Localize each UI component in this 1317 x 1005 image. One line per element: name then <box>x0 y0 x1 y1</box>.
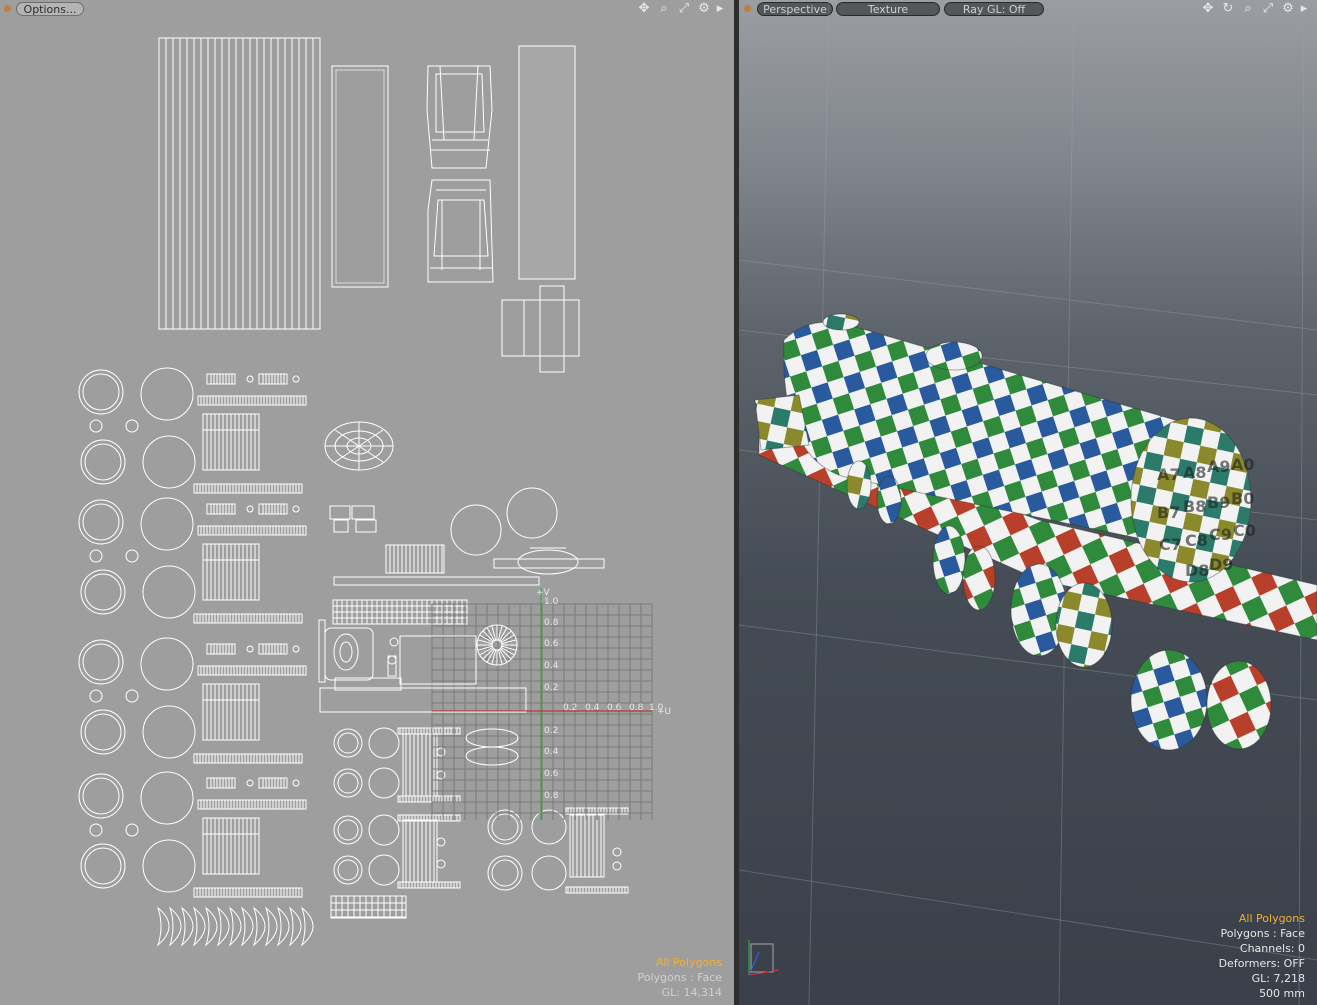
uv-island-gear-disc <box>476 624 518 666</box>
uv-island-boiler-strips <box>158 37 321 330</box>
v-tick-label: 0.8 <box>544 791 559 801</box>
uv-island-bottom-grid <box>330 895 407 919</box>
scene-canvas[interactable]: A7 A8 A9 A0 B7 B8 B9 B0 C7 C8 C9 C0 D8 D9 <box>739 0 1317 1005</box>
wheel-2 <box>962 545 996 611</box>
v-tick-label: 0.4 <box>544 747 559 757</box>
uv-island-disc-b <box>506 487 558 539</box>
uv-island-base-slab <box>319 677 527 713</box>
uv-island-box <box>501 285 580 373</box>
uv-viewport[interactable]: Options... ✥ ⌕ ⤢ ⚙ ▸ +V +U 1.0 0.8 0.6 0… <box>0 0 734 1005</box>
checker-label: C0 <box>1233 521 1256 540</box>
uv-island-cylinder-front <box>324 627 477 685</box>
persp-channels-label: Channels: 0 <box>1239 942 1305 955</box>
v-tick-label: 0.2 <box>544 726 558 736</box>
u-tick-label: 0.4 <box>585 703 600 713</box>
v-tick-labels: 1.0 0.8 0.6 0.4 0.2 0.2 0.4 0.6 0.8 <box>544 597 559 801</box>
uv-island-panel <box>331 65 389 288</box>
wheel-1 <box>932 525 966 595</box>
v-tick-label: 0.8 <box>544 618 559 628</box>
checker-label: A8 <box>1183 463 1207 482</box>
v-tick-label: 0.2 <box>544 683 558 693</box>
checker-label: D8 <box>1185 561 1209 580</box>
persp-scale-label: 500 mm <box>1259 987 1305 1000</box>
wheel-4 <box>1055 582 1113 668</box>
checker-label: A9 <box>1207 457 1231 476</box>
wheel-6 <box>1206 660 1272 750</box>
uv-island-disc-a <box>450 504 502 556</box>
checker-label: D9 <box>1209 555 1233 574</box>
checker-label: B9 <box>1207 493 1230 512</box>
checker-label: B0 <box>1231 489 1254 508</box>
uv-island-cab-bottom <box>427 179 494 283</box>
uv-selection-label: All Polygons <box>655 956 722 969</box>
wheel-5 <box>1130 649 1208 751</box>
v-tick-label: 0.6 <box>544 769 559 779</box>
axis-gizmo <box>748 940 780 976</box>
uv-island-rail-a <box>333 576 540 586</box>
persp-mode-label: Polygons : Face <box>1220 927 1305 940</box>
checker-label: C8 <box>1185 531 1208 550</box>
v-tick-label: 0.6 <box>544 639 559 649</box>
v-tick-label: 0.4 <box>544 661 559 671</box>
uv-island-small-blocks <box>329 505 377 533</box>
v-tick-label: 1.0 <box>544 597 559 607</box>
persp-deformers-label: Deformers: OFF <box>1218 957 1305 970</box>
uv-island-cab-top <box>426 65 493 169</box>
checker-label: A7 <box>1157 465 1181 484</box>
persp-selection-label: All Polygons <box>1238 912 1305 925</box>
locomotive-cab <box>754 394 810 451</box>
uv-gl-count: GL: 14,314 <box>661 986 722 999</box>
checker-label: C9 <box>1209 525 1232 544</box>
uv-mode-label: Polygons : Face <box>637 971 722 984</box>
u-tick-label: 0.6 <box>607 703 622 713</box>
persp-gl-count: GL: 7,218 <box>1251 972 1305 985</box>
checker-label: B7 <box>1157 503 1180 522</box>
persp-info-overlay: All Polygons Polygons : Face Channels: 0… <box>1219 911 1305 1001</box>
checker-label: C7 <box>1159 535 1182 554</box>
uv-map-canvas[interactable]: +V +U 1.00.80.60.40.20.20.40.60.8 0.2 0.4… <box>0 0 734 1005</box>
uv-island-dome <box>324 421 394 471</box>
uv-island-chimney <box>385 544 445 574</box>
checker-label: A0 <box>1231 455 1255 474</box>
checker-label: B8 <box>1183 497 1206 516</box>
uv-island-roof <box>518 45 576 280</box>
uv-island-blades <box>156 906 314 947</box>
u-tick-label: 0.2 <box>563 703 577 713</box>
perspective-viewport[interactable]: Perspective Texture Ray GL: Off ✥ ↻ ⌕ ⤢ … <box>739 0 1317 1005</box>
u-tick-label: 1.0 <box>649 703 664 713</box>
uv-info-overlay: All Polygons Polygons : Face GL: 14,314 <box>637 955 722 1000</box>
uv-island-saucer <box>493 547 605 575</box>
u-tick-label: 0.8 <box>629 703 644 713</box>
